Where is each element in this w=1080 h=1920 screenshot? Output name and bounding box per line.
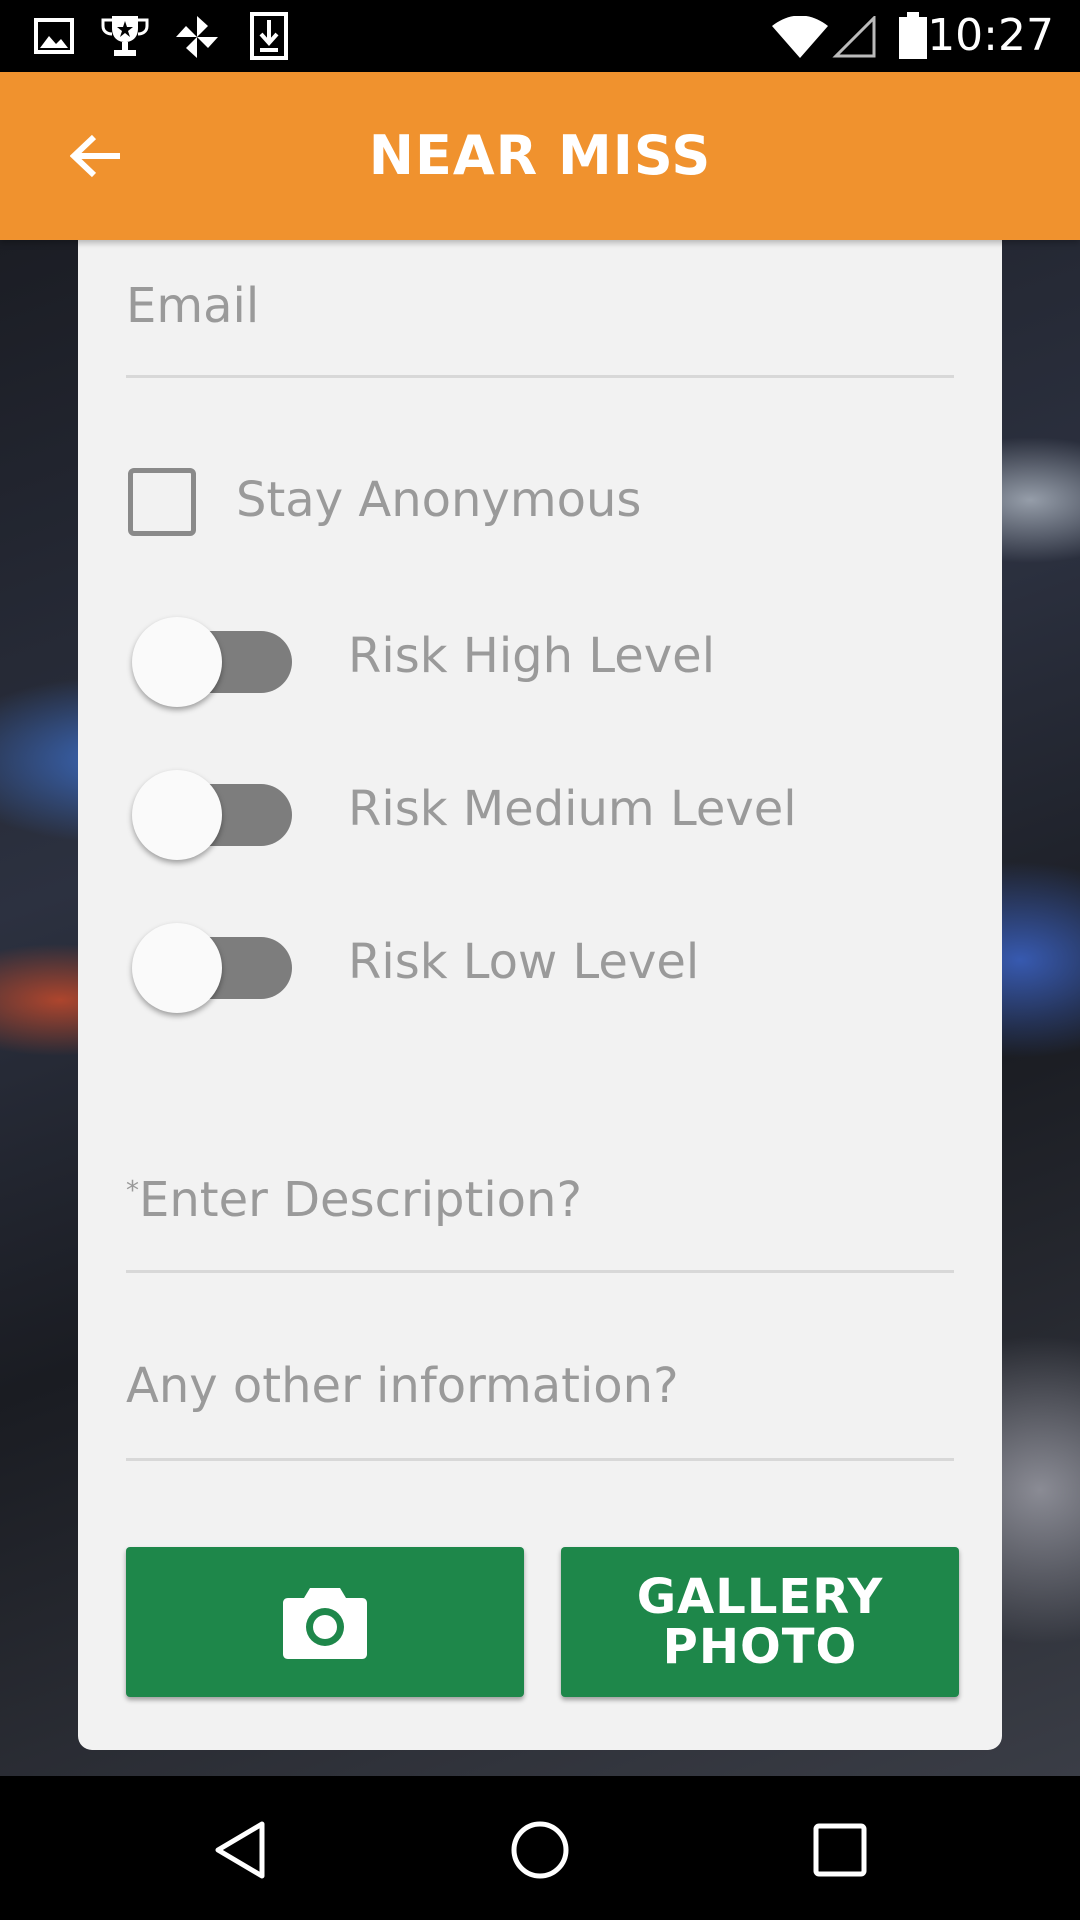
back-triangle-icon[interactable] [212, 1820, 268, 1880]
toggle-thumb [132, 923, 222, 1013]
description-placeholder: Enter Description? [139, 1172, 582, 1228]
gallery-label-line2: PHOTO [662, 1619, 858, 1675]
email-underline [126, 375, 954, 378]
image-icon [34, 18, 74, 54]
toggle-thumb [132, 770, 222, 860]
app-bar: NEAR MISS [0, 72, 1080, 240]
stay-anonymous-checkbox[interactable] [128, 468, 196, 536]
status-time: 10:27 [927, 10, 1054, 61]
gallery-photo-button[interactable]: GALLERY PHOTO [561, 1547, 959, 1697]
other-info-underline [126, 1458, 954, 1461]
email-field[interactable]: Email [126, 278, 259, 334]
gallery-label-line1: GALLERY [636, 1569, 884, 1625]
risk-medium-toggle[interactable] [132, 770, 302, 860]
stay-anonymous-label: Stay Anonymous [236, 472, 642, 528]
other-info-field[interactable]: Any other information? [126, 1358, 679, 1414]
pinwheel-icon [176, 16, 218, 58]
battery-icon [899, 12, 927, 59]
cell-signal-icon [832, 16, 876, 58]
description-underline [126, 1270, 954, 1273]
risk-medium-label: Risk Medium Level [348, 781, 797, 837]
recents-square-icon[interactable] [812, 1822, 868, 1878]
risk-low-label: Risk Low Level [348, 934, 700, 990]
risk-high-toggle[interactable] [132, 617, 302, 707]
trophy-icon [101, 16, 149, 56]
navigation-bar [0, 1776, 1080, 1920]
status-bar: 10:27 [0, 0, 1080, 72]
gallery-photo-label: GALLERY PHOTO [637, 1572, 884, 1672]
camera-button[interactable] [126, 1547, 524, 1697]
page-title: NEAR MISS [368, 124, 712, 187]
form-card: Email Stay Anonymous Risk High Level Ris… [78, 240, 1002, 1750]
wifi-icon [772, 16, 828, 58]
toggle-thumb [132, 617, 222, 707]
required-marker: * [126, 1176, 139, 1206]
download-icon [250, 12, 288, 60]
description-field[interactable]: *Enter Description? [126, 1172, 582, 1228]
camera-icon [283, 1588, 367, 1659]
risk-low-toggle[interactable] [132, 923, 302, 1013]
home-circle-icon[interactable] [510, 1820, 570, 1880]
risk-high-label: Risk High Level [348, 628, 716, 684]
